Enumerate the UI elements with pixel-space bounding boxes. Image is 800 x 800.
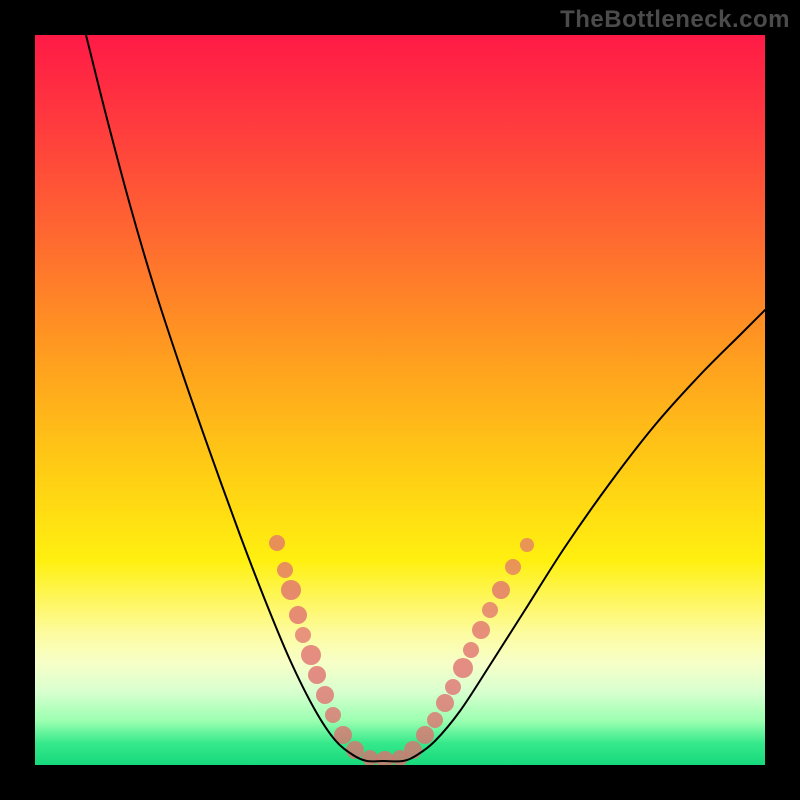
- data-dot: [269, 535, 285, 551]
- data-dot: [520, 538, 534, 552]
- watermark-text: TheBottleneck.com: [560, 6, 790, 34]
- data-dot: [492, 581, 510, 599]
- data-dot: [482, 602, 498, 618]
- data-dot: [445, 679, 461, 695]
- chart-svg: [35, 35, 765, 765]
- data-dot: [463, 642, 479, 658]
- data-dot: [277, 562, 293, 578]
- data-dot: [416, 726, 434, 744]
- data-dot: [505, 559, 521, 575]
- data-dot: [436, 694, 454, 712]
- data-dot: [281, 580, 301, 600]
- chart-frame: TheBottleneck.com: [0, 0, 800, 800]
- data-dot: [376, 751, 394, 765]
- data-dot: [301, 645, 321, 665]
- data-dot: [453, 658, 473, 678]
- data-dot: [472, 621, 490, 639]
- data-dot: [427, 712, 443, 728]
- data-dot: [362, 750, 378, 765]
- data-dot: [289, 606, 307, 624]
- data-dots: [269, 535, 534, 765]
- plot-area: [35, 35, 765, 765]
- bottleneck-curve: [86, 35, 765, 761]
- data-dot: [295, 627, 311, 643]
- data-dot: [325, 707, 341, 723]
- data-dot: [316, 686, 334, 704]
- data-dot: [308, 666, 326, 684]
